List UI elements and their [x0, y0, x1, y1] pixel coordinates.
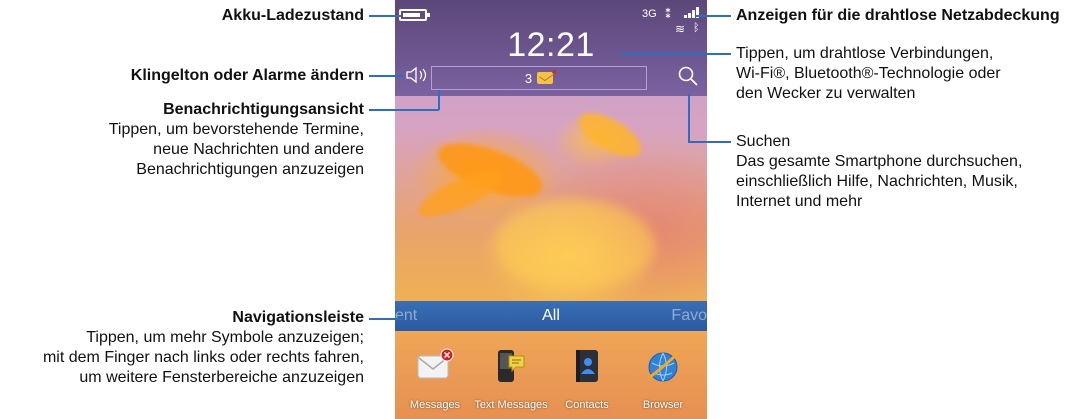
callout-line	[688, 141, 731, 143]
callout-line	[369, 109, 439, 111]
network-type: 3G	[642, 8, 657, 20]
callout-line	[369, 15, 401, 17]
callout-text: mit dem Finger nach links oder rechts fa…	[42, 349, 364, 366]
app-label: Browser	[642, 399, 684, 411]
callout-notifications-title: Benachrichtigungsansicht	[163, 101, 364, 118]
status-bar[interactable]: 3G ⁑ ≋ ᛒ 12:21 3 ✶	[395, 0, 707, 96]
text-messages-icon	[498, 350, 525, 382]
callout-text: Das gesamte Smartphone durchsuchen,	[736, 153, 1023, 170]
battery-icon	[399, 9, 430, 21]
callout-search: Suchen Das gesamte Smartphone durchsuche…	[736, 132, 1022, 212]
wallpaper-petal	[495, 200, 655, 290]
clock-time[interactable]: 12:21	[395, 26, 707, 65]
callout-line	[369, 318, 403, 320]
wallpaper-petal	[572, 104, 648, 166]
callout-line	[620, 53, 731, 55]
app-label: Text Messages	[474, 399, 548, 411]
callout-coverage: Anzeigen für die drahtlose Netzabdeckung	[736, 7, 1060, 24]
callout-notifications: Benachrichtigungsansicht Tippen, um bevo…	[109, 100, 364, 180]
callout-text: Internet und mehr	[736, 193, 863, 210]
callout-search-title: Suchen	[736, 133, 791, 150]
callout-battery: Akku-Ladezustand	[221, 7, 364, 24]
speaker-icon[interactable]	[405, 66, 433, 84]
app-label: Contacts	[565, 399, 609, 411]
callout-text: den Wecker zu verwalten	[736, 85, 916, 102]
blackberry-services-icon: ⁑	[665, 7, 672, 21]
app-label: Messages	[409, 399, 461, 411]
callout-text: Benachrichtigungen anzuzeigen	[136, 161, 364, 178]
callout-line	[369, 75, 403, 77]
navigation-bar[interactable]: ent All Favo	[395, 301, 707, 331]
callout-text: Wi-Fi®, Bluetooth®-Technologie oder	[736, 65, 1001, 82]
callout-line	[696, 15, 731, 17]
battery-level	[403, 13, 420, 17]
phone-home-screen: 3G ⁑ ≋ ᛒ 12:21 3 ✶ ent All Favo Messages…	[395, 0, 707, 419]
callout-text: einschließlich Hilfe, Nachrichten, Musik…	[736, 173, 1018, 190]
callout-text: Tippen, um bevorstehende Termine,	[108, 121, 364, 138]
callout-line	[688, 94, 690, 141]
new-message-icon: ✶	[537, 67, 558, 84]
nav-tab-favorites[interactable]: Favo	[671, 307, 707, 325]
browser-globe-icon	[648, 351, 680, 382]
callout-ringtone: Klingelton oder Alarme ändern	[130, 67, 364, 84]
callout-text: neue Nachrichten und andere	[153, 141, 364, 158]
callout-line	[438, 90, 440, 110]
callout-text: Tippen, um mehr Symbole anzuzeigen;	[86, 329, 364, 346]
app-tray: Messages Text Messages Contacts Browser	[395, 331, 707, 419]
callout-navigation: Navigationsleiste Tippen, um mehr Symbol…	[43, 308, 364, 388]
callout-text: Tippen, um drahtlose Verbindungen,	[736, 45, 994, 62]
contacts-book-icon	[576, 350, 598, 382]
callout-connections: Tippen, um drahtlose Verbindungen, Wi-Fi…	[736, 44, 1001, 104]
nav-tab-all[interactable]: All	[395, 307, 707, 325]
messages-envelope-icon	[417, 348, 454, 379]
search-icon[interactable]	[676, 64, 700, 88]
notification-bar[interactable]: 3 ✶	[431, 66, 647, 90]
notification-count: 3	[524, 70, 533, 86]
callout-navigation-title: Navigationsleiste	[232, 309, 364, 326]
callout-text: um weitere Fensterbereiche anzuzeigen	[79, 369, 364, 386]
